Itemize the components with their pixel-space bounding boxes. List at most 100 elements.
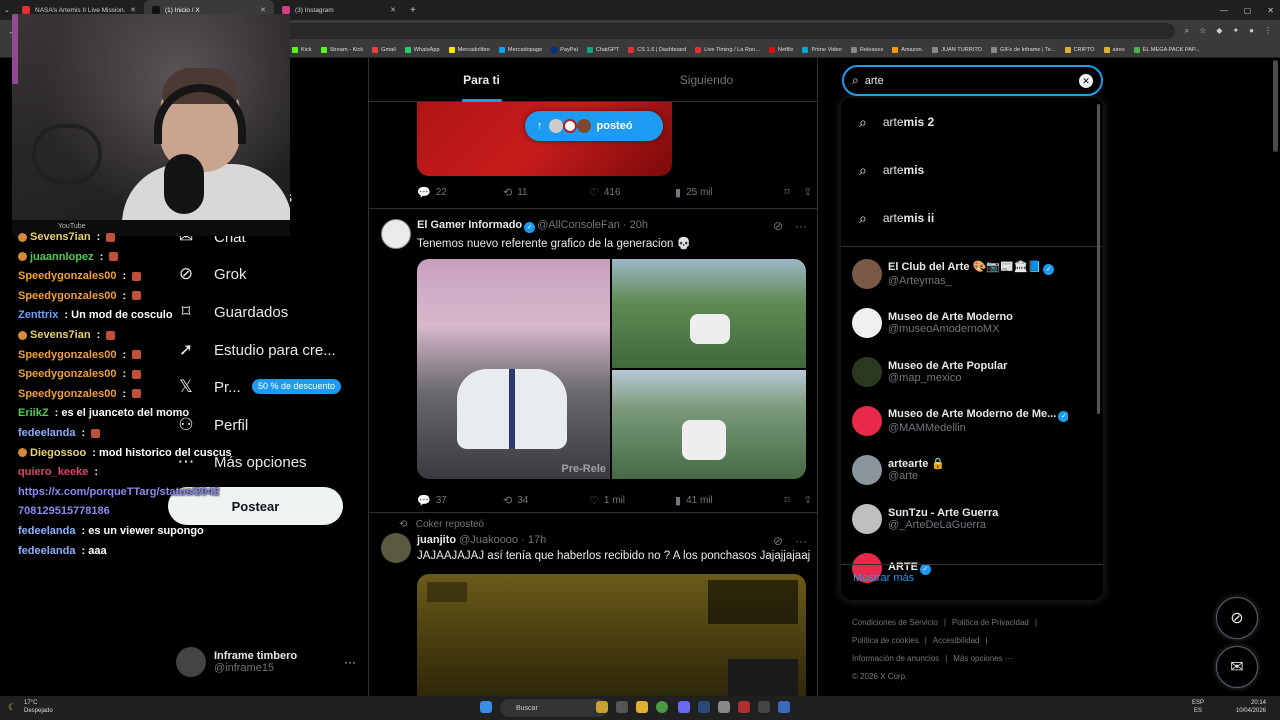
repost-button[interactable]: ⟲ 11 xyxy=(503,186,589,199)
views-button[interactable]: ▮ 41 mil xyxy=(675,494,761,507)
menu-icon[interactable]: ⋮ xyxy=(1264,26,1272,36)
bookmark-item[interactable]: Netflix xyxy=(768,46,793,53)
post-time[interactable]: · 20h xyxy=(623,219,648,231)
app-icon[interactable] xyxy=(738,701,750,713)
app-icon[interactable] xyxy=(778,701,790,713)
bookmark-item[interactable]: Gmail xyxy=(372,46,396,53)
account-switcher[interactable]: Inframe timbero @inframe15 ··· xyxy=(176,646,356,678)
account-result[interactable]: El Club del Arte 🎨📷📰🏛📘 ✓ @Arteymas_ xyxy=(841,249,1103,298)
post-media-grid[interactable]: Pre-Rele xyxy=(417,259,806,479)
avatar[interactable] xyxy=(381,533,411,563)
bookmark-item[interactable]: Stream - Kick xyxy=(320,46,363,53)
tab-siguiendo[interactable]: Siguiendo xyxy=(594,58,817,102)
post-author-name[interactable]: El Gamer Informado xyxy=(417,219,522,231)
share-icon[interactable]: ⇪ xyxy=(804,187,812,198)
bookmark-icon[interactable]: ⌑ xyxy=(784,495,789,506)
footer-link[interactable]: Información de anuncios xyxy=(852,654,939,663)
dropdown-scrollbar[interactable] xyxy=(1097,104,1100,414)
close-tab-icon[interactable]: ✕ xyxy=(390,6,396,14)
app-icon[interactable] xyxy=(758,701,770,713)
avatar[interactable] xyxy=(381,219,411,249)
account-result[interactable]: ARTE ✓ xyxy=(841,543,1103,592)
post-image[interactable] xyxy=(612,259,806,368)
bookmark-item[interactable]: aires xyxy=(1103,46,1125,53)
footer-link[interactable]: Accesibilidad xyxy=(933,636,980,645)
extension-icon[interactable]: ◆ xyxy=(1216,26,1222,36)
search-suggestion[interactable]: ⌕ artemis 2 xyxy=(841,98,1103,146)
puzzle-icon[interactable]: ✦ xyxy=(1232,26,1239,36)
discord-icon[interactable] xyxy=(678,701,690,713)
post-author-name[interactable]: juanjito xyxy=(417,534,456,546)
chat-link[interactable]: 708129515778186 xyxy=(18,505,110,517)
tab-para-ti[interactable]: Para ti xyxy=(369,58,594,102)
post-author-handle[interactable]: @AllConsoleFan xyxy=(537,219,620,231)
post-image[interactable] xyxy=(612,370,806,479)
close-tab-icon[interactable]: ✕ xyxy=(130,6,136,14)
language-indicator[interactable]: ESP ES xyxy=(1192,699,1204,715)
show-more-link[interactable]: Mostrar más xyxy=(853,572,914,584)
file-explorer-icon[interactable] xyxy=(616,701,628,713)
more-icon[interactable]: ··· xyxy=(344,655,356,669)
bookmark-item[interactable]: Amazon. xyxy=(892,46,923,53)
bookmark-item[interactable]: WhatsApp xyxy=(404,46,440,53)
folder-icon[interactable] xyxy=(636,701,648,713)
account-result[interactable]: Museo de Arte Popular @map_mexico xyxy=(841,347,1103,396)
new-tab-button[interactable]: + xyxy=(404,5,422,16)
share-icon[interactable]: ⇪ xyxy=(804,495,812,506)
footer-link[interactable]: Política de Privacidad xyxy=(952,618,1029,627)
bookmark-item[interactable]: Releases xyxy=(850,46,883,53)
footer-link[interactable]: Política de cookies xyxy=(852,636,919,645)
search-input[interactable]: arte xyxy=(865,75,1073,87)
post-time[interactable]: · 17h xyxy=(521,534,546,546)
bookmark-item[interactable]: Mercadopago xyxy=(498,46,542,53)
bookmark-item[interactable]: Kick xyxy=(292,46,312,53)
views-button[interactable]: ▮ 25 mil xyxy=(675,186,761,199)
bookmark-item[interactable]: CS 1.6 | Dashboard xyxy=(628,46,686,53)
bookmark-item[interactable]: Prime Video xyxy=(802,46,842,53)
bookmark-item[interactable]: JUAN TURRITO xyxy=(932,46,982,53)
search-suggestion[interactable]: ⌕ artemis xyxy=(841,146,1103,194)
weather-widget[interactable]: 17°C Despejado xyxy=(24,699,53,715)
bookmark-item[interactable]: CRIPTO xyxy=(1064,46,1095,53)
page-scrollbar[interactable] xyxy=(1273,60,1278,152)
clear-search-icon[interactable]: ✕ xyxy=(1079,73,1093,88)
minimize-icon[interactable]: — xyxy=(1220,6,1228,15)
bookmark-item[interactable]: ChatGPT xyxy=(586,46,619,53)
like-button[interactable]: ♡ 1 mil xyxy=(589,494,675,507)
reply-button[interactable]: 💬 22 xyxy=(417,186,503,199)
chrome-icon[interactable] xyxy=(656,701,668,713)
footer-link[interactable]: Más opciones ··· xyxy=(953,654,1013,663)
post-image[interactable]: Pre-Rele xyxy=(417,259,610,479)
post-author-handle[interactable]: @Juakoooo xyxy=(459,534,518,546)
repost-button[interactable]: ⟲ 34 xyxy=(503,494,589,507)
grok-icon[interactable]: ⊘ xyxy=(773,219,783,233)
search-suggestion[interactable]: ⌕ artemis ii xyxy=(841,194,1103,242)
grok-icon[interactable]: ⊘ xyxy=(773,534,783,548)
star-icon[interactable]: ☆ xyxy=(1199,26,1206,36)
post-2[interactable]: El Gamer Informado ✓ @AllConsoleFan · 20h … xyxy=(369,209,817,513)
more-icon[interactable]: ··· xyxy=(795,534,807,548)
app-icon[interactable] xyxy=(718,701,730,713)
taskbar-search[interactable]: Buscar xyxy=(500,699,608,717)
bookmark-icon[interactable]: ⌑ xyxy=(784,187,789,198)
bookmark-item[interactable]: Live Timing / La Ron... xyxy=(695,46,760,53)
browser-tab[interactable]: (3) Instagram ✕ xyxy=(274,0,404,20)
taskbar-clock[interactable]: 20:14 10/04/2026 xyxy=(1236,699,1266,715)
post-3[interactable]: ⟲ Coker reposteó juanjito @Juakoooo · 17… xyxy=(369,513,817,696)
account-result[interactable]: Museo de Arte Moderno @museoAmodernoMX xyxy=(841,298,1103,347)
close-tab-icon[interactable]: ✕ xyxy=(260,6,266,14)
chat-link[interactable]: https://x.com/porqueTTarg/status/2042 xyxy=(18,486,220,498)
reply-button[interactable]: 💬 37 xyxy=(417,494,503,507)
bookmark-item[interactable]: PayPal xyxy=(551,46,578,53)
tab-list-icon[interactable]: ⌄ xyxy=(0,6,14,14)
account-result[interactable]: artearte 🔒 @arte xyxy=(841,445,1103,494)
windows-start-icon[interactable] xyxy=(480,701,492,713)
steam-icon[interactable] xyxy=(698,701,710,713)
bookmark-item[interactable]: EL MEGA PACK PAP... xyxy=(1133,46,1200,53)
search-field[interactable]: ⌕ arte ✕ xyxy=(842,65,1103,96)
profile-icon[interactable]: ● xyxy=(1249,26,1254,36)
more-icon[interactable]: ··· xyxy=(795,219,807,233)
account-result[interactable]: SunTzu - Arte Guerra @_ArteDeLaGuerra xyxy=(841,494,1103,543)
footer-link[interactable]: Condiciones de Servicio xyxy=(852,618,938,627)
grok-fab[interactable]: ⊘ xyxy=(1216,597,1258,639)
